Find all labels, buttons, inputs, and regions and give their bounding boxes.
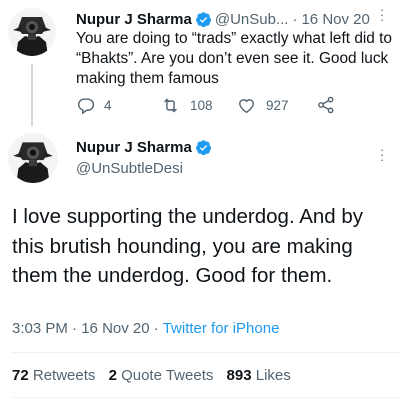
separator-dot: · — [72, 320, 78, 337]
author-handle[interactable]: @UnSub... — [215, 11, 289, 28]
likes-count: 893 — [226, 367, 252, 384]
reply-count: 4 — [104, 97, 112, 113]
more-dots-icon[interactable]: · · · — [379, 143, 385, 166]
likes-label: Likes — [255, 367, 291, 384]
retweets-count: 72 — [12, 367, 29, 384]
more-dots-icon[interactable]: · · · — [379, 3, 385, 26]
tweet-date[interactable]: 16 Nov 20 — [81, 320, 149, 337]
like-count: 927 — [266, 97, 289, 113]
tweet-text: I love supporting the underdog. And by t… — [12, 205, 364, 287]
author-name[interactable]: Nupur J Sharma — [76, 11, 192, 28]
tweet-metadata: 3:03 PM · 16 Nov 20 · Twitter for iPhone — [12, 320, 279, 337]
quote-tweets-stat[interactable]: 2 Quote Tweets — [109, 367, 214, 384]
retweets-stat[interactable]: 72 Retweets — [12, 367, 95, 384]
divider — [12, 352, 401, 353]
like-button[interactable]: 927 — [236, 94, 289, 116]
parent-tweet-header: Nupur J Sharma @UnSub... · 16 Nov 20 — [76, 9, 370, 29]
engagement-stats: 72 Retweets 2 Quote Tweets 893 Likes — [12, 367, 300, 384]
retweet-button[interactable]: 108 — [160, 94, 213, 116]
tweet-actions: 4 108 927 — [76, 94, 346, 116]
thread-connector-line — [31, 64, 33, 126]
tweet-source-link[interactable]: Twitter for iPhone — [163, 320, 280, 337]
retweet-count: 108 — [190, 97, 213, 113]
avatar[interactable] — [8, 133, 58, 183]
tweet-time[interactable]: 3:03 PM — [12, 320, 68, 337]
separator-dot: · — [292, 10, 298, 28]
divider — [12, 397, 401, 398]
author-name[interactable]: Nupur J Sharma — [76, 139, 192, 156]
likes-stat[interactable]: 893 Likes — [227, 367, 291, 384]
verified-badge-icon — [195, 11, 212, 28]
quote-tweets-count: 2 — [108, 367, 117, 384]
share-button[interactable] — [316, 94, 336, 116]
tweet-date[interactable]: 16 Nov 20 — [301, 11, 369, 28]
reply-button[interactable]: 4 — [76, 94, 112, 116]
retweets-label: Retweets — [32, 367, 96, 384]
author-handle[interactable]: @UnSubtleDesi — [76, 160, 183, 177]
main-tweet-author: Nupur J Sharma — [76, 137, 215, 157]
like-icon — [236, 96, 257, 115]
reply-icon — [76, 96, 95, 115]
retweet-icon — [160, 96, 181, 115]
tweet-text: You are doing to “trads” exactly what le… — [76, 30, 392, 87]
verified-badge-icon — [195, 139, 212, 156]
avatar[interactable] — [8, 8, 56, 56]
separator-dot: · — [153, 320, 159, 337]
quote-tweets-label: Quote Tweets — [121, 367, 214, 384]
share-icon — [316, 95, 336, 115]
